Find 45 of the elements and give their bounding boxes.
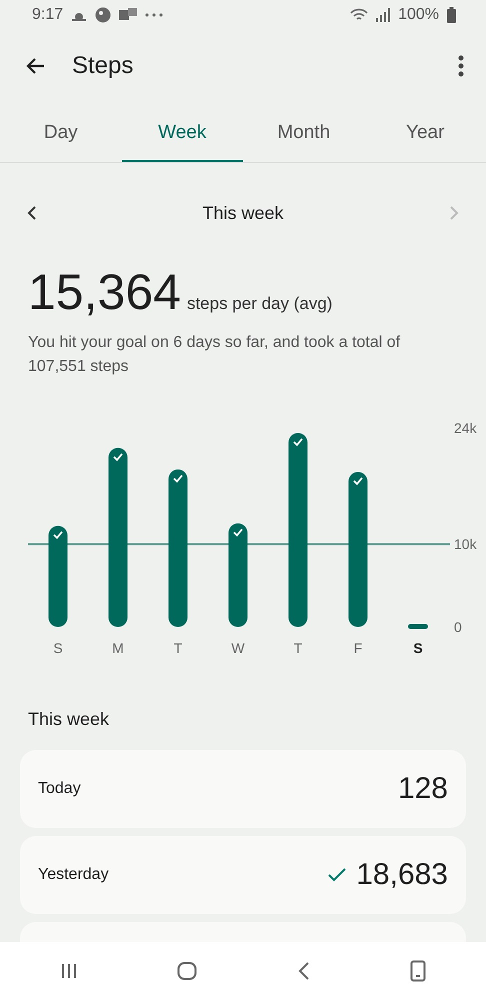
axis-day-label: F — [354, 640, 362, 656]
axis-day-label: T — [294, 640, 302, 656]
day-label: Today — [38, 780, 82, 798]
day-steps: 128 — [398, 772, 448, 806]
axis-tick-label: 10k — [454, 536, 477, 552]
axis-day-label: S — [413, 640, 423, 656]
average-steps: 15,364 — [28, 263, 181, 321]
day-card[interactable]: Today 128 — [20, 750, 466, 828]
check-icon — [53, 531, 63, 540]
period-tab[interactable]: Day — [0, 102, 122, 162]
axis-day-label: S — [53, 640, 63, 656]
home-icon[interactable] — [177, 960, 198, 980]
axis-day-label: T — [174, 640, 182, 656]
bar — [408, 624, 428, 629]
signal-icon — [376, 8, 390, 22]
axis-day-label: W — [231, 640, 245, 656]
period-tab[interactable]: Year — [364, 102, 486, 162]
wifi-icon — [350, 8, 368, 22]
check-icon — [293, 438, 303, 446]
back-chevron-icon[interactable] — [296, 960, 311, 980]
check-icon — [113, 453, 123, 462]
axis-tick-label: 0 — [454, 619, 462, 635]
section-title: This week — [27, 708, 110, 731]
battery-icon — [447, 7, 456, 23]
check-icon — [233, 528, 243, 537]
recent-apps-icon[interactable] — [60, 962, 78, 980]
axis-day-label: M — [112, 640, 124, 656]
check-icon — [353, 477, 363, 486]
summary-text: You hit your goal on 6 days so far, and took a total of 107,551 steps — [28, 333, 402, 377]
axis-tick-label: 24k — [454, 420, 477, 436]
check-icon — [173, 474, 183, 483]
page-title: Steps — [72, 52, 134, 80]
day-steps: 18,683 — [356, 858, 448, 892]
more-vertical-icon[interactable] — [458, 55, 464, 77]
period-tab[interactable]: Week — [122, 102, 243, 162]
phone-icon[interactable] — [410, 960, 426, 982]
day-card[interactable]: Yesterday 18,683 — [20, 836, 466, 914]
day-label: Yesterday — [38, 866, 110, 884]
battery-percent: 100% — [398, 6, 439, 24]
status-time: 9:17 — [32, 6, 64, 24]
chevron-left-icon[interactable] — [26, 205, 38, 221]
period-label: This week — [202, 202, 284, 224]
more-icon — [145, 13, 164, 17]
period-tab[interactable]: Month — [243, 102, 364, 162]
average-unit: steps per day (avg) — [186, 294, 332, 314]
